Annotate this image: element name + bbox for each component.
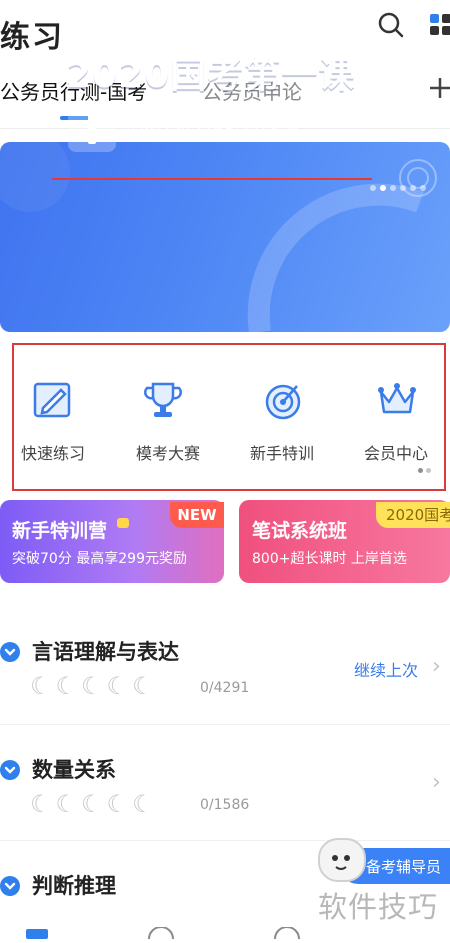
carousel-indicator [370,176,430,195]
section-title[interactable]: 判断推理 [32,870,116,900]
home-tab-icon[interactable] [24,924,50,943]
chevron-down-icon[interactable] [0,876,20,896]
grid-page-indicator [418,458,434,477]
quick-action-label[interactable]: 新手特训 [232,440,332,464]
plus-icon[interactable] [428,74,450,106]
quick-action-label[interactable]: 快速练习 [3,440,103,464]
section-divider [0,724,450,725]
section-count: 0/4291 [200,680,250,696]
grid-icon[interactable] [428,12,450,42]
chevron-right-icon[interactable]: › [432,770,441,795]
new-badge: NEW [170,502,224,528]
section-divider [0,840,450,841]
banner-subtitle: 行测申论 免费的上岸建议 [130,115,300,133]
chevron-down-icon[interactable] [0,642,20,662]
chat-icon [116,516,130,535]
promo-title: 新手特训营 [12,520,108,542]
chevron-right-icon[interactable]: › [432,654,441,679]
trophy-icon[interactable] [118,378,208,426]
section-title[interactable]: 言语理解与表达 [32,636,179,666]
search-icon[interactable] [376,10,406,44]
tutor-label[interactable]: 备考辅导员 [366,856,441,877]
course-tab-icon[interactable] [146,924,176,943]
banner-title: 2020国考第一课 [66,55,356,96]
highlight-line [52,178,372,180]
promo-title: 笔试系统班 [252,520,348,542]
progress-moons-icon: ☾☾☾☾☾ [30,672,158,700]
page-title: 练习 [0,20,64,55]
section-count: 0/1586 [200,797,250,813]
promo-banner[interactable] [0,142,450,332]
promo-badge: 2020国考 [376,502,450,528]
section-title[interactable]: 数量关系 [32,754,116,784]
target-icon[interactable] [238,378,328,426]
progress-moons-icon: ☾☾☾☾☾ [30,790,158,818]
continue-link[interactable]: 继续上次 [354,657,418,681]
quick-action-label[interactable]: 模考大赛 [118,440,218,464]
promo-subtitle: 突破70分 最高享299元奖励 [12,551,187,567]
promo-subtitle: 800+超长课时 上岸首选 [252,551,407,567]
chevron-down-icon[interactable] [0,760,20,780]
profile-tab-icon[interactable] [272,924,302,943]
edit-icon[interactable] [8,378,98,426]
crown-icon[interactable] [352,378,442,426]
exclamation-icon [78,108,106,148]
watermark-text: 软件技巧 [318,890,439,924]
mascot-icon[interactable] [318,838,366,882]
